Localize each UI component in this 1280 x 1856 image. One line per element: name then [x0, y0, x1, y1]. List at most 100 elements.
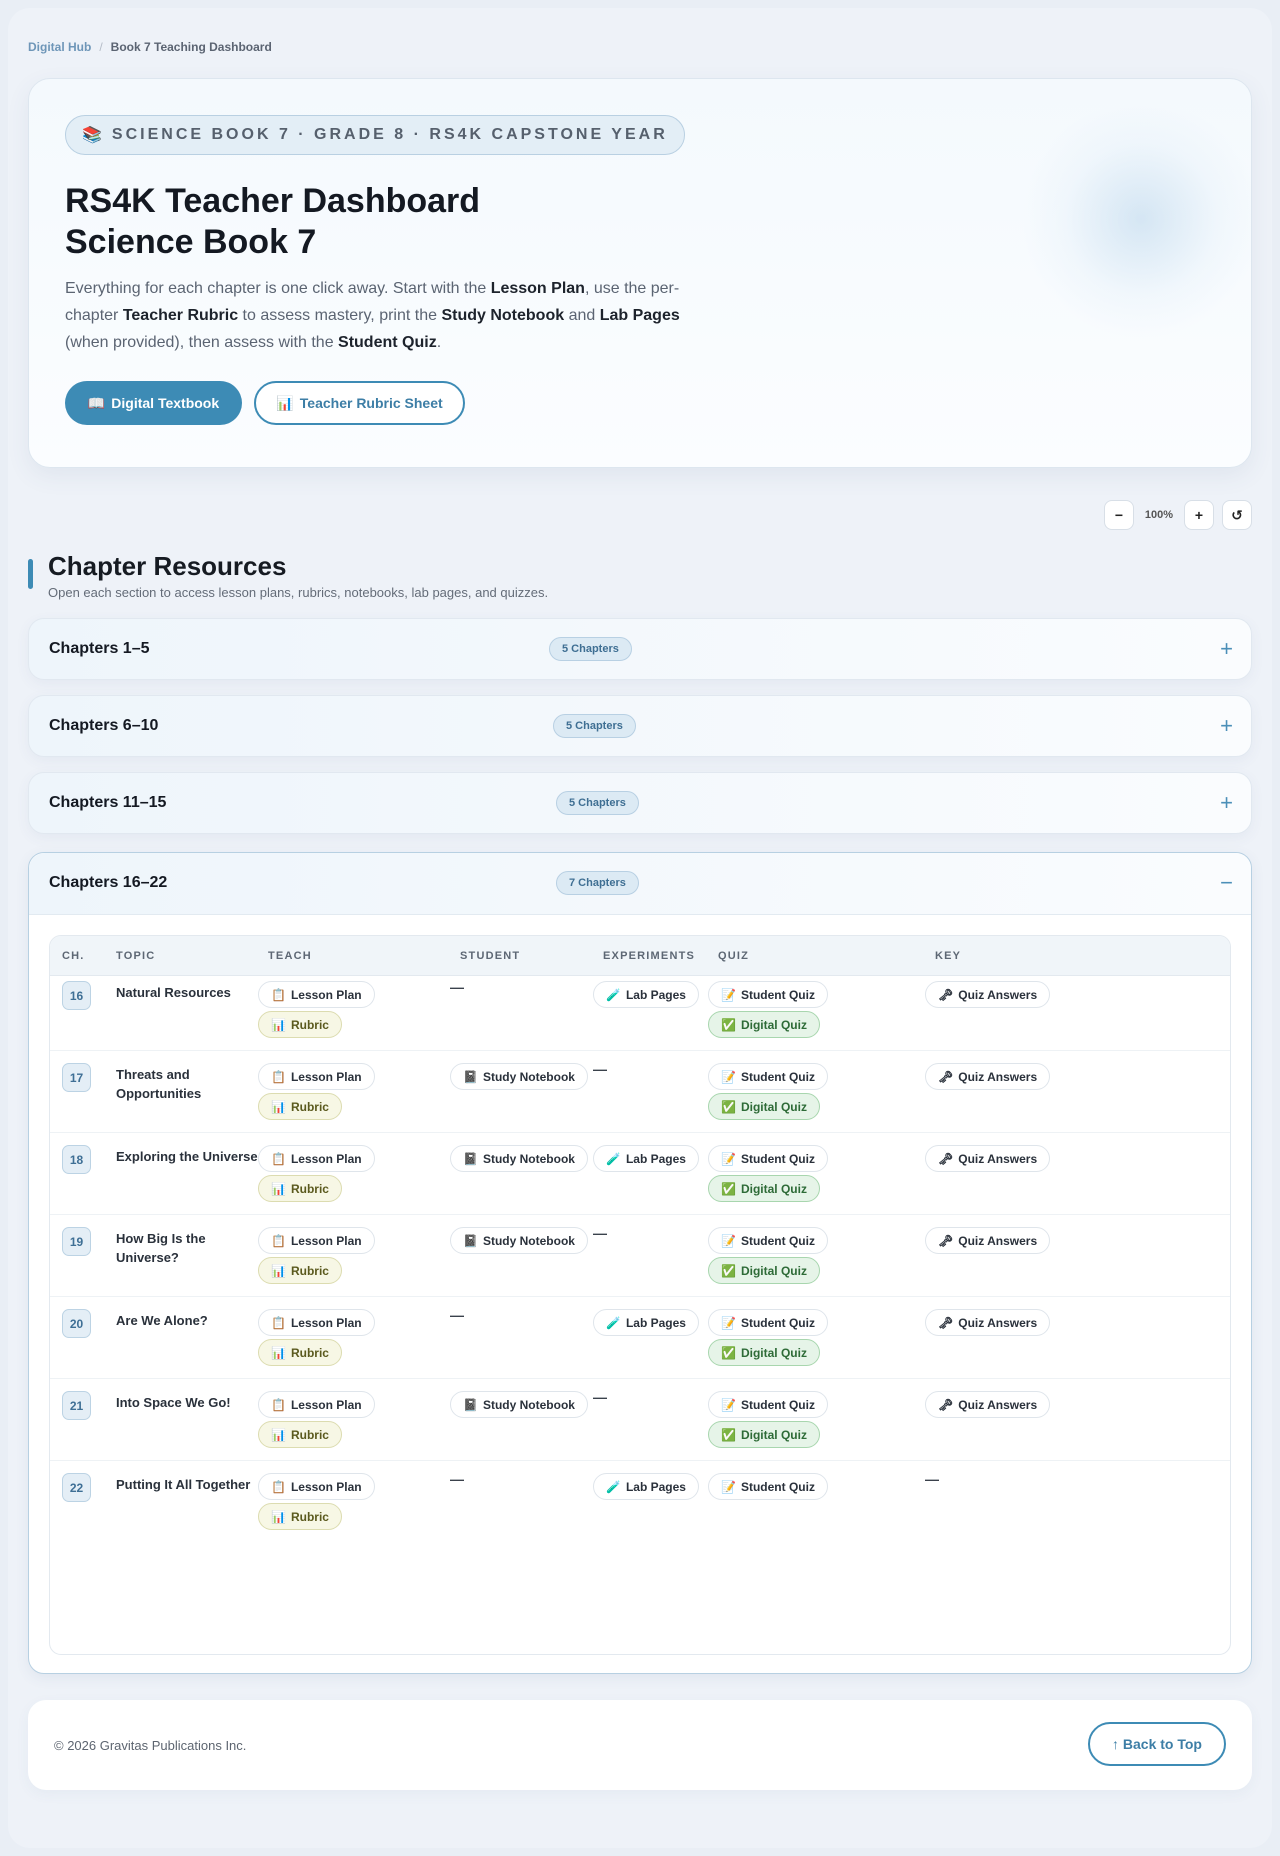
digital-quiz-link[interactable]: ✅ Digital Quiz — [708, 1421, 820, 1448]
accordion-chapters-6-10[interactable]: Chapters 6–10 5 Chapters + — [28, 695, 1252, 757]
quiz-answers-link[interactable]: 🗝 Quiz Answers — [925, 1227, 1051, 1254]
digital-quiz-icon: ✅ — [721, 1181, 736, 1196]
lesson-plan-link[interactable]: 📋 Lesson Plan — [258, 1227, 375, 1254]
zoom-reset-button[interactable]: ↺ — [1222, 500, 1252, 530]
rubric-link[interactable]: 📊 Rubric — [258, 1339, 342, 1366]
student-quiz-link[interactable]: 📝 Student Quiz — [708, 1063, 828, 1090]
rubric-icon: 📊 — [271, 1017, 286, 1032]
rubric-link[interactable]: 📊 Rubric — [258, 1093, 342, 1120]
breadcrumb-home-link[interactable]: Digital Hub — [28, 40, 91, 54]
digital-quiz-link[interactable]: ✅ Digital Quiz — [708, 1339, 820, 1366]
hero-glow-decoration — [1021, 99, 1251, 339]
desc-text: to assess mastery, print the — [238, 307, 442, 324]
digital-textbook-button[interactable]: 📖 Digital Textbook — [65, 381, 242, 425]
footer: © 2026 Gravitas Publications Inc. ↑ Back… — [28, 1700, 1252, 1790]
rubric-link[interactable]: 📊 Rubric — [258, 1503, 342, 1530]
accordion-header[interactable]: Chapters 16–22 7 Chapters − — [29, 853, 1251, 915]
lesson-plan-icon: 📋 — [271, 1315, 286, 1330]
lesson-plan-link[interactable]: 📋 Lesson Plan — [258, 1063, 375, 1090]
quiz-answers-icon: 🗝 — [938, 1069, 954, 1084]
lesson-plan-icon: 📋 — [271, 1479, 286, 1494]
lesson-plan-link[interactable]: 📋 Lesson Plan — [258, 1473, 375, 1500]
quiz-answers-link[interactable]: 🗝 Quiz Answers — [925, 1391, 1051, 1418]
study-notebook-link[interactable]: 📓 Study Notebook — [450, 1145, 588, 1172]
lab-pages-link[interactable]: 🧪 Lab Pages — [593, 1309, 699, 1336]
accordion-chapters-1-5[interactable]: Chapters 1–5 5 Chapters + — [28, 618, 1252, 680]
zoom-out-button[interactable]: − — [1104, 500, 1134, 530]
digital-quiz-label: Digital Quiz — [740, 1427, 807, 1442]
chapter-topic: Natural Resources — [116, 985, 231, 1000]
quiz-answers-label: Quiz Answers — [958, 1397, 1038, 1412]
student-quiz-link[interactable]: 📝 Student Quiz — [708, 1391, 828, 1418]
expand-icon[interactable]: + — [1220, 789, 1233, 817]
lesson-plan-link[interactable]: 📋 Lesson Plan — [258, 1391, 375, 1418]
student-quiz-icon: 📝 — [721, 1479, 736, 1494]
lesson-plan-link[interactable]: 📋 Lesson Plan — [258, 1309, 375, 1336]
empty-cell-dash: — — [925, 1471, 939, 1487]
student-quiz-link[interactable]: 📝 Student Quiz — [708, 1473, 828, 1500]
expand-icon[interactable]: + — [1220, 635, 1233, 663]
expand-icon[interactable]: + — [1220, 712, 1233, 740]
back-to-top-button[interactable]: ↑ Back to Top — [1088, 1722, 1226, 1766]
lesson-plan-label: Lesson Plan — [290, 1069, 362, 1084]
lesson-plan-link[interactable]: 📋 Lesson Plan — [258, 1145, 375, 1172]
rubric-link[interactable]: 📊 Rubric — [258, 1257, 342, 1284]
digital-quiz-link[interactable]: ✅ Digital Quiz — [708, 1011, 820, 1038]
chapter-table: CH. TOPIC TEACH STUDENT EXPERIMENTS QUIZ… — [49, 935, 1231, 1655]
student-quiz-link[interactable]: 📝 Student Quiz — [708, 1145, 828, 1172]
digital-quiz-label: Digital Quiz — [740, 1345, 807, 1360]
rubric-icon: 📊 — [271, 1181, 286, 1196]
study-notebook-icon: 📓 — [463, 1233, 478, 1248]
lab-pages-link[interactable]: 🧪 Lab Pages — [593, 1145, 699, 1172]
empty-cell-dash: — — [593, 1061, 607, 1077]
quiz-answers-link[interactable]: 🗝 Quiz Answers — [925, 1145, 1051, 1172]
lesson-plan-label: Lesson Plan — [290, 1315, 362, 1330]
empty-cell-dash: — — [593, 1389, 607, 1405]
page-title-line1: RS4K Teacher Dashboard — [65, 182, 481, 220]
rubric-link[interactable]: 📊 Rubric — [258, 1421, 342, 1448]
zoom-level: 100% — [1144, 509, 1174, 521]
study-notebook-link[interactable]: 📓 Study Notebook — [450, 1063, 588, 1090]
quiz-answers-link[interactable]: 🗝 Quiz Answers — [925, 1063, 1051, 1090]
chapter-number: 19 — [62, 1227, 91, 1256]
quiz-answers-label: Quiz Answers — [958, 1151, 1038, 1166]
quiz-answers-link[interactable]: 🗝 Quiz Answers — [925, 1309, 1051, 1336]
table-row: 16 Natural Resources 📋 Lesson Plan 📊 Rubric — 🧪… — [50, 969, 1230, 1051]
rubric-label: Rubric — [290, 1181, 329, 1196]
digital-quiz-label: Digital Quiz — [740, 1099, 807, 1114]
copyright-text: © 2026 Gravitas Publications Inc. — [54, 1738, 247, 1753]
collapse-icon[interactable]: − — [1220, 869, 1233, 897]
student-quiz-link[interactable]: 📝 Student Quiz — [708, 981, 828, 1008]
chapter-number: 18 — [62, 1145, 91, 1174]
study-notebook-label: Study Notebook — [482, 1233, 575, 1248]
column-header-key: KEY — [935, 950, 962, 962]
digital-quiz-link[interactable]: ✅ Digital Quiz — [708, 1093, 820, 1120]
column-header-topic: TOPIC — [116, 950, 156, 962]
lab-pages-icon: 🧪 — [606, 1151, 621, 1166]
lesson-plan-icon: 📋 — [271, 987, 286, 1002]
study-notebook-link[interactable]: 📓 Study Notebook — [450, 1227, 588, 1254]
lab-pages-link[interactable]: 🧪 Lab Pages — [593, 981, 699, 1008]
lab-pages-label: Lab Pages — [625, 1479, 686, 1494]
accordion-chapters-11-15[interactable]: Chapters 11–15 5 Chapters + — [28, 772, 1252, 834]
digital-quiz-icon: ✅ — [721, 1263, 736, 1278]
teacher-rubric-sheet-button[interactable]: 📊 Teacher Rubric Sheet — [254, 381, 465, 425]
empty-cell-dash: — — [450, 1307, 464, 1323]
student-quiz-link[interactable]: 📝 Student Quiz — [708, 1227, 828, 1254]
lesson-plan-label: Lesson Plan — [290, 1151, 362, 1166]
table-row: 18 Exploring the Universe 📋 Lesson Plan 📊 Rub… — [50, 1133, 1230, 1215]
zoom-in-button[interactable]: + — [1184, 500, 1214, 530]
student-quiz-link[interactable]: 📝 Student Quiz — [708, 1309, 828, 1336]
rubric-link[interactable]: 📊 Rubric — [258, 1175, 342, 1202]
digital-quiz-link[interactable]: ✅ Digital Quiz — [708, 1257, 820, 1284]
digital-quiz-icon: ✅ — [721, 1099, 736, 1114]
lab-pages-link[interactable]: 🧪 Lab Pages — [593, 1473, 699, 1500]
quiz-answers-link[interactable]: 🗝 Quiz Answers — [925, 981, 1051, 1008]
digital-quiz-link[interactable]: ✅ Digital Quiz — [708, 1175, 820, 1202]
hero-card: 📚 SCIENCE BOOK 7 · GRADE 8 · RS4K CAPSTO… — [28, 78, 1252, 468]
study-notebook-link[interactable]: 📓 Study Notebook — [450, 1391, 588, 1418]
rubric-link[interactable]: 📊 Rubric — [258, 1011, 342, 1038]
lesson-plan-link[interactable]: 📋 Lesson Plan — [258, 981, 375, 1008]
column-header-teach: TEACH — [268, 950, 312, 962]
student-quiz-label: Student Quiz — [740, 987, 815, 1002]
